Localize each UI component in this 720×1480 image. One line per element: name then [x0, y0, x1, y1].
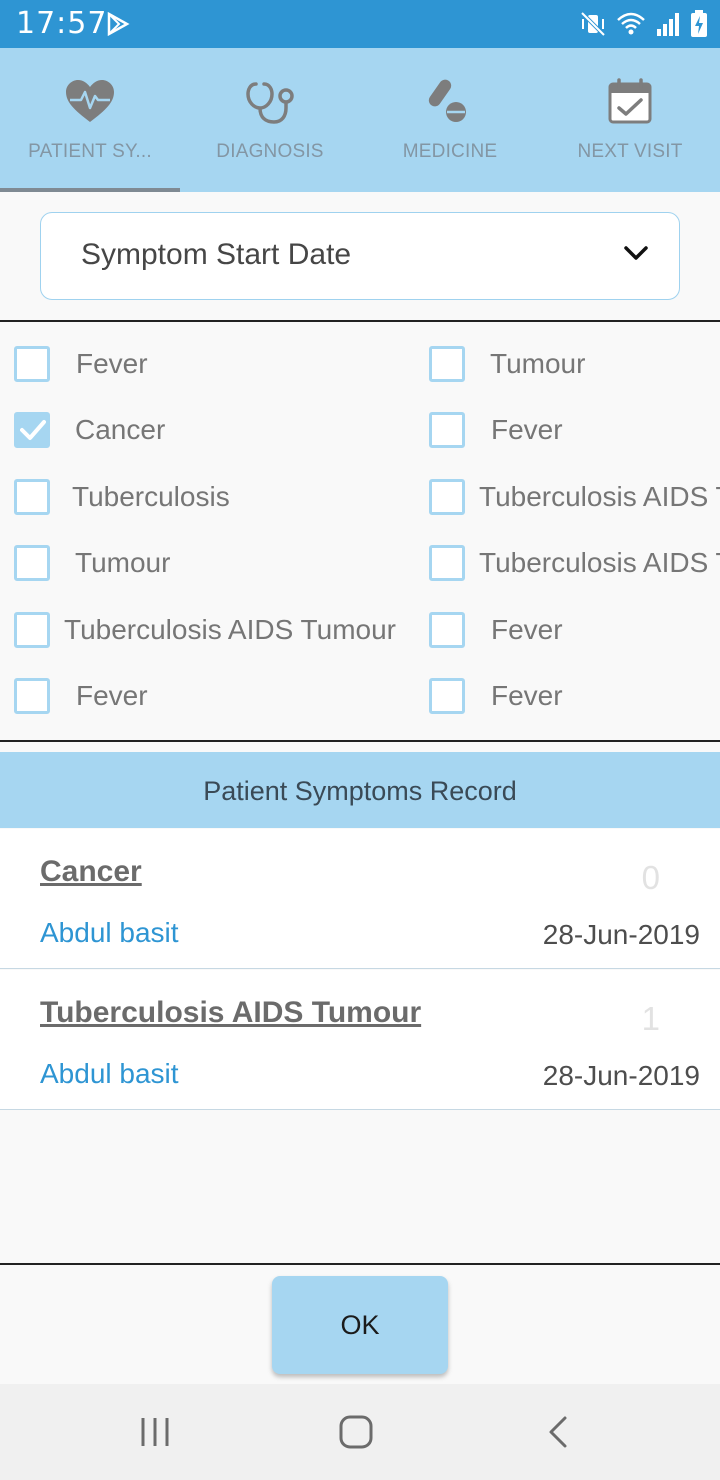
- tab-diagnosis[interactable]: DIAGNOSIS: [180, 48, 360, 192]
- checkbox[interactable]: [14, 479, 50, 515]
- divider: [0, 1263, 720, 1265]
- tab-patient-symptoms[interactable]: PATIENT SY...: [0, 48, 180, 192]
- checkbox[interactable]: [429, 678, 465, 714]
- record-date: 28-Jun-2019: [542, 1060, 700, 1091]
- back-button[interactable]: [498, 1384, 618, 1480]
- symptom-checkbox-item[interactable]: Tuberculosis AIDS T: [429, 479, 720, 519]
- record-number: 1: [641, 1000, 660, 1037]
- status-bar: 17:57: [0, 0, 720, 48]
- home-button[interactable]: [296, 1384, 416, 1480]
- heart-pulse-icon: [64, 78, 116, 126]
- status-time: 17:57: [16, 6, 108, 41]
- record-date: 28-Jun-2019: [542, 919, 700, 950]
- symptom-checkbox-item[interactable]: Fever: [429, 678, 720, 718]
- signal-icon: [656, 11, 680, 42]
- wifi-icon: [616, 11, 646, 42]
- symptom-label: Fever: [76, 348, 148, 379]
- tab-label: NEXT VISIT: [577, 141, 683, 162]
- checkbox[interactable]: [14, 678, 50, 714]
- symptom-label: Fever: [76, 680, 148, 711]
- record-symptom-name[interactable]: Tuberculosis AIDS Tumour: [40, 996, 421, 1030]
- records-header: Patient Symptoms Record: [0, 752, 720, 828]
- checkbox[interactable]: [429, 412, 465, 448]
- divider: [0, 320, 720, 322]
- symptom-checkbox-item[interactable]: Cancer: [14, 412, 414, 452]
- ok-button[interactable]: OK: [272, 1276, 448, 1374]
- symptom-checkbox-item[interactable]: Fever: [14, 346, 414, 386]
- record-user-link[interactable]: Abdul basit: [40, 1058, 179, 1090]
- symptom-checkbox-item[interactable]: Tuberculosis: [14, 479, 414, 519]
- checkbox[interactable]: [429, 346, 465, 382]
- tab-label: PATIENT SY...: [28, 141, 152, 162]
- chevron-down-icon: [623, 245, 649, 268]
- tab-medicine[interactable]: MEDICINE: [360, 48, 540, 192]
- stethoscope-icon: [244, 78, 296, 126]
- checkbox[interactable]: [14, 346, 50, 382]
- symptom-start-date-dropdown[interactable]: Symptom Start Date: [40, 212, 680, 300]
- checkbox-checked[interactable]: [14, 412, 50, 448]
- record-card[interactable]: Tuberculosis AIDS Tumour 1 Abdul basit 2…: [0, 970, 720, 1110]
- symptom-checkbox-item[interactable]: Tuberculosis AIDS T: [429, 545, 720, 585]
- symptom-checkbox-item[interactable]: Fever: [429, 412, 720, 452]
- record-user-link[interactable]: Abdul basit: [40, 917, 179, 949]
- symptom-checkbox-item[interactable]: Fever: [429, 612, 720, 652]
- symptom-label: Tuberculosis: [72, 481, 230, 512]
- symptom-checkbox-item[interactable]: Tuberculosis AIDS Tumour: [14, 612, 414, 652]
- checkbox[interactable]: [429, 545, 465, 581]
- tab-label: DIAGNOSIS: [216, 141, 324, 162]
- symptom-label: Cancer: [75, 414, 166, 445]
- play-store-icon: [106, 11, 130, 41]
- symptom-label: Tumour: [75, 547, 171, 578]
- dropdown-label: Symptom Start Date: [81, 238, 352, 271]
- ok-button-label: OK: [340, 1310, 380, 1340]
- home-icon: [339, 1415, 373, 1449]
- tab-label: MEDICINE: [402, 141, 498, 162]
- system-nav-bar: [0, 1384, 720, 1480]
- back-icon: [549, 1416, 567, 1448]
- symptom-label: Tuberculosis AIDS Tumour: [64, 614, 396, 645]
- battery-charging-icon: [690, 10, 708, 43]
- recent-apps-icon: [141, 1418, 169, 1446]
- selected-tab-indicator: [0, 188, 180, 192]
- symptom-label: Fever: [491, 680, 563, 711]
- symptom-label: Fever: [491, 614, 563, 645]
- checkbox[interactable]: [429, 612, 465, 648]
- checkbox[interactable]: [429, 479, 465, 515]
- recent-apps-button[interactable]: [95, 1384, 215, 1480]
- checkbox[interactable]: [14, 612, 50, 648]
- records-title: Patient Symptoms Record: [203, 776, 517, 806]
- tab-bar: PATIENT SY... DIAGNOSIS MEDICINE NEXT VI…: [0, 48, 720, 192]
- symptom-label: Fever: [491, 414, 563, 445]
- symptom-checkbox-item[interactable]: Tumour: [14, 545, 414, 585]
- calendar-check-icon: [604, 78, 656, 126]
- symptom-label: Tuberculosis AIDS T: [479, 481, 720, 512]
- record-symptom-name[interactable]: Cancer: [40, 855, 142, 889]
- checkbox[interactable]: [14, 545, 50, 581]
- symptom-label: Tumour: [490, 348, 586, 379]
- tab-next-visit[interactable]: NEXT VISIT: [540, 48, 720, 192]
- divider: [0, 740, 720, 742]
- symptom-checkbox-item[interactable]: Fever: [14, 678, 414, 718]
- symptom-label: Tuberculosis AIDS T: [479, 547, 720, 578]
- mute-vibrate-icon: [580, 11, 606, 42]
- record-card[interactable]: Cancer 0 Abdul basit 28-Jun-2019: [0, 829, 720, 969]
- record-number: 0: [641, 859, 660, 896]
- symptom-checkbox-item[interactable]: Tumour: [429, 346, 720, 386]
- pills-icon: [424, 78, 476, 126]
